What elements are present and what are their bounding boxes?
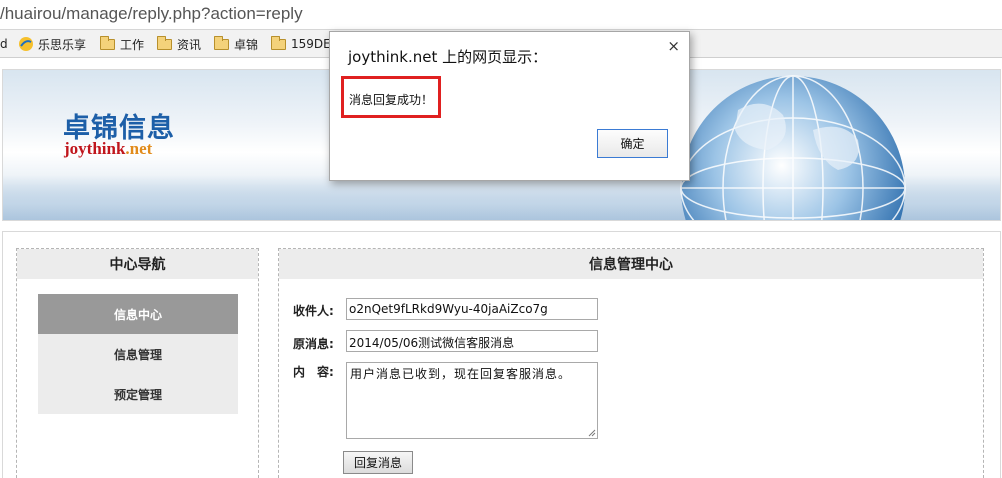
reply-message-button[interactable]: 回复消息 xyxy=(343,451,413,474)
nav-item-booking-management[interactable]: 预定管理 xyxy=(38,374,238,414)
recipient-input[interactable]: o2nQet9fLRkd9Wyu-40jaAiZco7g xyxy=(346,298,598,320)
address-url[interactable]: /huairou/manage/reply.php?action=reply xyxy=(0,4,303,24)
resize-grip-icon[interactable] xyxy=(588,429,596,437)
logo-en-suffix: .net xyxy=(125,139,153,158)
dialog-message: 消息回复成功！ xyxy=(349,93,434,107)
original-message-label: 原消息: xyxy=(293,337,334,351)
nav-item-info-center[interactable]: 信息中心 xyxy=(38,294,238,334)
content-text: 用户消息已收到，现在回复客服消息。 xyxy=(350,367,572,381)
bookmark-item[interactable]: 工作 xyxy=(100,35,144,53)
bookmark-label: 资讯 xyxy=(177,37,202,52)
logo-subtitle: joythink.net xyxy=(64,139,152,159)
bookmark-label: 工作 xyxy=(120,37,145,52)
sidebar-nav: 中心导航 信息中心 信息管理 预定管理 xyxy=(16,248,259,478)
bookmark-item[interactable]: 卓锦 xyxy=(214,35,258,53)
folder-icon xyxy=(157,35,172,50)
content-label: 内 容: xyxy=(293,365,334,379)
nav-item-info-management[interactable]: 信息管理 xyxy=(38,334,238,374)
folder-icon xyxy=(271,35,286,50)
folder-icon xyxy=(100,35,115,50)
dialog-title: joythink.net 上的网页显示： xyxy=(348,48,548,66)
content-title: 信息管理中心 xyxy=(279,249,983,279)
logo-en-main: joythink xyxy=(64,139,126,158)
folder-icon xyxy=(214,35,229,50)
original-message-input[interactable]: 2014/05/06测试微信客服消息 xyxy=(346,330,598,352)
bookmark-item[interactable]: 159DE xyxy=(271,35,331,53)
browser-window: /huairou/manage/reply.php?action=reply d… xyxy=(0,0,1002,478)
address-bar[interactable]: /huairou/manage/reply.php?action=reply xyxy=(0,0,1002,30)
ok-button[interactable]: 确定 xyxy=(597,129,668,158)
bookmark-label: 卓锦 xyxy=(234,37,259,52)
star-icon xyxy=(19,37,33,51)
alert-dialog: joythink.net 上的网页显示： × 消息回复成功！ 确定 xyxy=(329,31,690,181)
bookmark-item[interactable]: 乐思乐享 xyxy=(18,35,86,53)
close-icon[interactable]: × xyxy=(667,39,680,54)
bookmark-label: 159DE xyxy=(291,37,331,51)
globe-icon xyxy=(680,75,906,220)
content-textarea[interactable]: 用户消息已收到，现在回复客服消息。 xyxy=(346,362,598,439)
content-panel: 信息管理中心 收件人: o2nQet9fLRkd9Wyu-40jaAiZco7g… xyxy=(278,248,984,478)
sidebar-title: 中心导航 xyxy=(17,249,258,279)
bookmark-label: 乐思乐享 xyxy=(38,37,87,52)
bookmark-item[interactable]: 资讯 xyxy=(157,35,201,53)
nav-list: 信息中心 信息管理 预定管理 xyxy=(38,294,238,414)
bookmark-item[interactable]: d xyxy=(0,35,8,53)
recipient-label: 收件人: xyxy=(293,304,334,318)
bookmark-label: d xyxy=(0,37,8,51)
